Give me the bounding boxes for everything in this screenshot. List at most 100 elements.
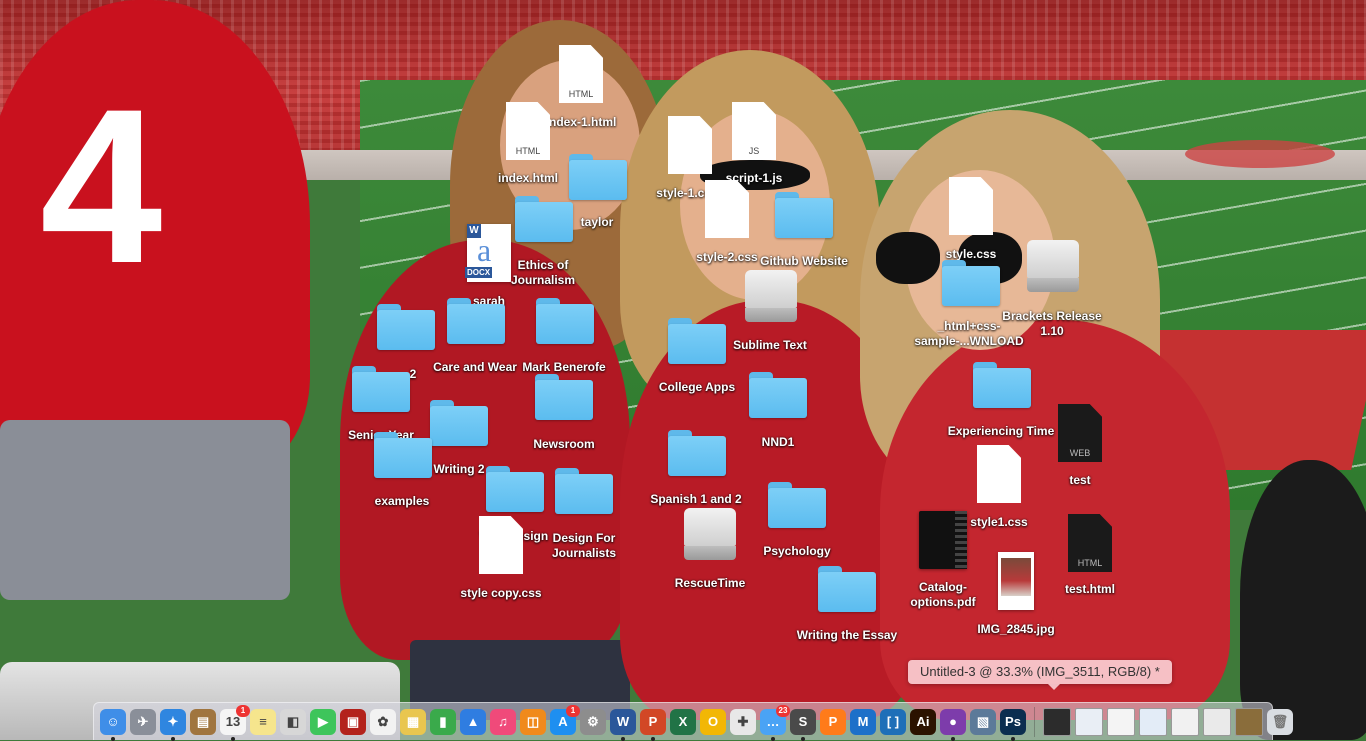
pdf-icon <box>919 511 967 569</box>
dock-window-thumbnail-icon[interactable] <box>1171 707 1199 736</box>
dock-app-store-icon[interactable]: A1 <box>550 704 580 735</box>
dock-terminal-window-icon[interactable] <box>1043 707 1071 736</box>
dock-chat-icon[interactable]: … 23 <box>760 704 790 741</box>
desktop-icon-label: RescueTime <box>674 576 746 590</box>
file-extension-label: WEB <box>1069 448 1091 458</box>
dock-compass-icon[interactable]: ✦ <box>160 708 186 741</box>
folder-icon <box>668 430 726 476</box>
dock-badge: 1 <box>236 704 250 717</box>
dock-stickies-icon[interactable]: ▦ <box>400 708 426 735</box>
dock-illustrator-icon[interactable]: Ai <box>910 708 936 735</box>
dock-notebook-icon[interactable]: ▤ <box>190 708 216 735</box>
dock-sublime-icon[interactable]: S <box>790 708 816 741</box>
desktop-icon-label: test.html <box>1064 582 1116 596</box>
sunglasses-left-lens <box>876 232 940 284</box>
folder-icon <box>486 466 544 512</box>
desktop-icon-label: Writing the Essay <box>796 628 898 642</box>
desktop-icon-label: taylor <box>580 215 614 229</box>
document-icon: HTML <box>506 102 550 160</box>
file-extension-label: JS <box>748 146 760 156</box>
folder-icon <box>515 196 573 242</box>
desktop-icon-label: Writing 2 <box>433 462 485 476</box>
folder-icon <box>768 482 826 528</box>
desktop-icon-label: Psychology <box>763 544 831 558</box>
folder-icon <box>377 304 435 350</box>
desktop-icon-label: Catalog-options.pdf <box>910 580 976 609</box>
dock-window-thumbnail-icon[interactable] <box>1107 707 1135 736</box>
dock-ring-icon[interactable]: O <box>700 708 726 735</box>
dock-window-thumbnail-icon[interactable] <box>1139 707 1167 736</box>
desktop-icon-label: Sublime Text <box>733 338 807 352</box>
desktop-icon-label: Mark Benerofe <box>522 360 606 374</box>
dock-preview-icon[interactable]: ◧ <box>280 708 306 735</box>
dock-photoshop-icon[interactable]: Ps <box>1000 708 1026 741</box>
dock-separator <box>1034 706 1035 737</box>
folder-icon <box>775 192 833 238</box>
document-icon: JS <box>732 102 776 160</box>
desktop-icon-label: index.html <box>497 171 559 185</box>
desktop-icon-label: Spanish 1 and 2 <box>650 492 742 506</box>
dock-github-icon[interactable]: ● <box>940 708 966 741</box>
document-icon <box>977 445 1021 503</box>
word-document-icon: Wa DOCX <box>465 224 511 282</box>
dock-calendar-icon[interactable]: 13 1 <box>220 704 250 741</box>
document-icon <box>668 116 712 174</box>
desktop-icon-label: 2 <box>409 367 417 381</box>
folder-icon <box>668 318 726 364</box>
dock-photos-icon[interactable]: ✿ <box>370 708 396 735</box>
desktop-icon-label: Github Website <box>760 254 848 268</box>
desktop-icon-label: Care and Wear <box>433 360 517 374</box>
folder-icon <box>352 366 410 412</box>
dock-chart-icon[interactable]: ▮ <box>430 708 456 735</box>
desktop-icon-label: style copy.css <box>460 586 542 600</box>
field-logo <box>1185 140 1335 168</box>
dock-window-thumbnail-icon[interactable] <box>1075 707 1103 736</box>
folder-icon <box>555 468 613 514</box>
desktop-icon-label: NND1 <box>761 435 795 449</box>
folder-icon <box>447 298 505 344</box>
dock-notes-icon[interactable]: ≡ <box>250 708 276 735</box>
dock-video-icon[interactable]: ▶ <box>310 708 336 735</box>
dock-m-icon[interactable]: M <box>850 708 876 735</box>
file-extension-label: HTML <box>1077 558 1103 568</box>
folder-icon <box>430 400 488 446</box>
image-file-icon <box>998 552 1034 610</box>
dock-book-icon[interactable]: ◫ <box>520 708 546 735</box>
dock-badge: 23 <box>776 704 790 717</box>
trash-icon[interactable]: 🗑 <box>1267 708 1293 735</box>
dock-finder-icon[interactable]: ☺ <box>100 708 126 741</box>
jersey-number: 4 <box>40 63 163 309</box>
folder-icon <box>818 566 876 612</box>
dock-photo-thumbnail-icon[interactable] <box>1235 707 1263 736</box>
dock-photo-booth-icon[interactable]: ▣ <box>340 708 366 735</box>
dock-word-icon[interactable]: W <box>610 708 636 741</box>
dock-p-icon[interactable]: P <box>820 708 846 735</box>
desktop-icon-label: style-2.css <box>696 250 758 264</box>
disk-image-icon <box>684 508 736 564</box>
folder-icon <box>536 298 594 344</box>
folder-icon <box>374 432 432 478</box>
folder-icon <box>535 374 593 420</box>
fan-right <box>1240 460 1366 740</box>
desktop-icon-label: Experiencing Time <box>947 424 1055 438</box>
desktop-icon-label: style1.css <box>970 515 1028 529</box>
document-icon: WEB <box>1058 404 1102 462</box>
disk-image-icon <box>1027 240 1079 296</box>
dock-podium-icon[interactable]: ▲ <box>460 708 486 735</box>
dock-excel-icon[interactable]: X <box>670 708 696 735</box>
dock-powerpoint-icon[interactable]: P <box>640 708 666 741</box>
dock-brackets-icon[interactable]: [ ] <box>880 708 906 735</box>
document-icon <box>705 180 749 238</box>
dock-cross-icon[interactable]: ✚ <box>730 708 756 735</box>
dock-music-icon[interactable]: ♫ <box>490 708 516 735</box>
document-icon <box>949 177 993 235</box>
dock-image-icon[interactable]: ▧ <box>970 708 996 735</box>
dock-gear-icon[interactable]: ⚙ <box>580 708 606 735</box>
desktop-icon-label: Brackets Release 1.10 <box>1002 309 1102 338</box>
file-extension-label: DOCX <box>465 267 493 278</box>
dock-rocket-icon[interactable]: ✈ <box>130 708 156 735</box>
dock-window-thumbnail-icon[interactable] <box>1203 707 1231 736</box>
desktop-icon-label: examples <box>374 494 430 508</box>
document-icon: HTML <box>1068 514 1112 572</box>
file-extension-label: HTML <box>515 146 541 156</box>
